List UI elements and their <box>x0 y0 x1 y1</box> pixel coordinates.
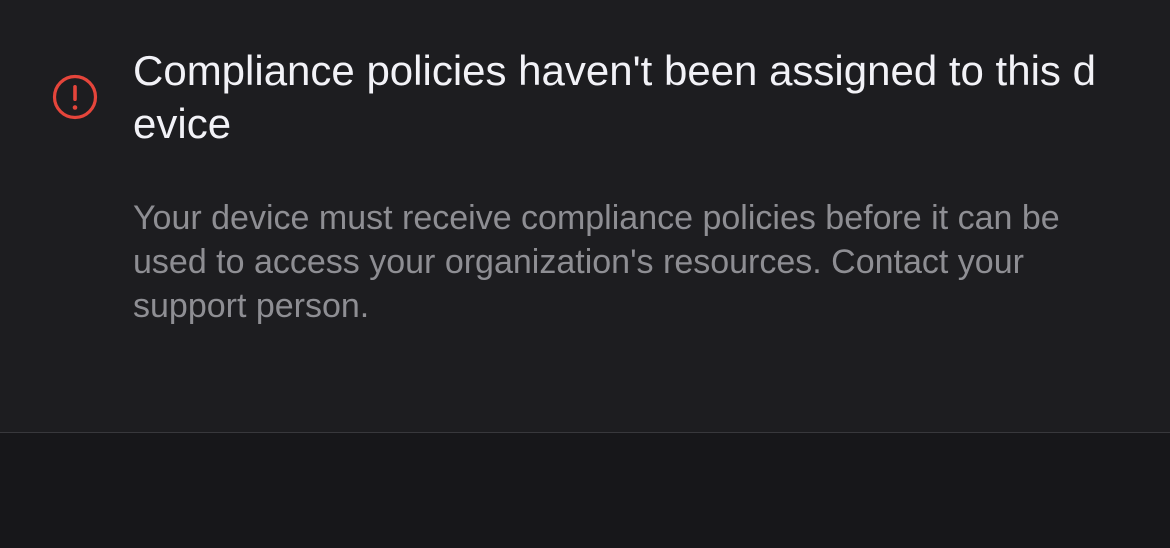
exclamation-circle-icon <box>52 74 98 120</box>
empty-footer-area <box>0 434 1170 548</box>
notice-description: Your device must receive compliance poli… <box>133 199 1060 325</box>
notice-title: Compliance policies haven't been assigne… <box>133 47 1096 147</box>
compliance-notice-card: Compliance policies haven't been assigne… <box>0 0 1170 433</box>
